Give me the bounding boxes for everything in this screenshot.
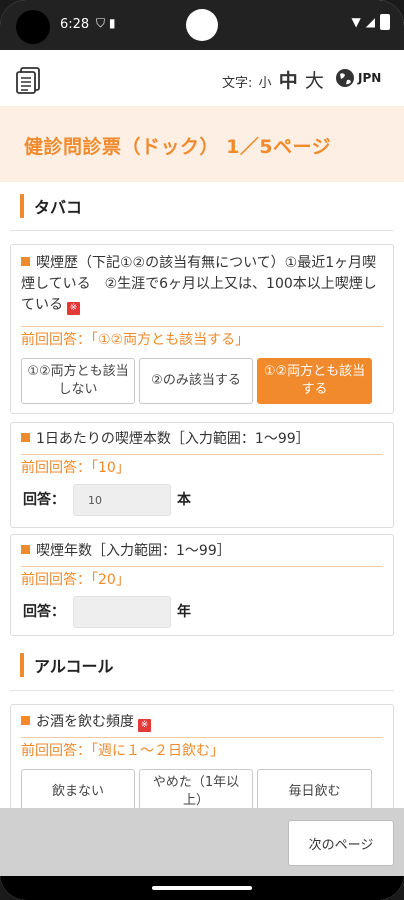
section-header-tobacco: タバコ xyxy=(20,194,82,218)
question-bullet-icon xyxy=(21,433,30,442)
answer-label: 回答： xyxy=(23,604,65,620)
section-divider xyxy=(10,690,394,691)
font-size-label: 文字: xyxy=(222,76,253,91)
section-title: タバコ xyxy=(34,198,83,217)
sd-card-icon: ▮ xyxy=(108,16,116,30)
question-text: 喫煙年数［入力範囲：1〜99］ xyxy=(21,541,383,562)
home-gesture-handle[interactable] xyxy=(152,886,252,890)
app-header: 文字: 小 中 大 JPN xyxy=(0,50,404,107)
app-screen: 6:28 ⛉ ▮ ▼ ◢ 文字: 小 中 大 JPN 健診問診票（ドック） 1／… xyxy=(0,0,404,900)
question-card-cigarettes-per-day: 1日あたりの喫煙本数［入力範囲：1〜99］ 前回回答：「10」 回答： 10 本 xyxy=(10,422,394,528)
document-list-icon[interactable] xyxy=(14,65,44,95)
question-text: お酒を飲む頻度 ※ xyxy=(21,712,383,733)
next-page-button[interactable]: 次のページ xyxy=(288,820,394,866)
choice-neither[interactable]: ①②両方とも該当しない xyxy=(21,358,135,404)
question-bullet-icon xyxy=(21,545,30,554)
smoking-years-input[interactable] xyxy=(73,596,171,628)
previous-answer: 前回回答：「①②両方とも該当する」 xyxy=(21,332,250,348)
section-header-alcohol: アルコール xyxy=(20,653,114,677)
globe-icon xyxy=(336,69,354,87)
system-navigation-bar xyxy=(0,876,404,900)
unit-label: 本 xyxy=(177,492,191,508)
font-size-selector: 文字: 小 中 大 xyxy=(222,66,324,93)
section-accent-bar xyxy=(20,194,24,218)
section-divider xyxy=(10,230,394,231)
status-bar: 6:28 ⛉ ▮ ▼ ◢ xyxy=(0,0,404,50)
question-bullet-icon xyxy=(21,257,30,266)
question-text: 1日あたりの喫煙本数［入力範囲：1〜99］ xyxy=(21,429,383,450)
cigarettes-per-day-input[interactable]: 10 xyxy=(73,484,171,516)
required-badge: ※ xyxy=(138,719,151,732)
previous-answer: 前回回答：「週に１〜２日飲む」 xyxy=(21,743,224,759)
font-small-button[interactable]: 小 xyxy=(259,76,272,91)
language-label: JPN xyxy=(358,71,382,85)
page-title-band: 健診問診票（ドック） 1／5ページ xyxy=(0,106,404,182)
section-title: アルコール xyxy=(34,657,114,676)
wifi-icon: ▼ xyxy=(351,15,361,29)
page-title: 健診問診票（ドック） 1／5ページ xyxy=(24,136,332,158)
question-card-smoking-years: 喫煙年数［入力範囲：1〜99］ 前回回答：「20」 回答： 年 xyxy=(10,534,394,636)
signal-icon: ◢ xyxy=(365,15,375,29)
question-text: 喫煙歴（下記①②の該当有無について）①最近1ヶ月喫煙している ②生涯で6ヶ月以上… xyxy=(21,255,377,315)
battery-icon xyxy=(380,14,390,30)
choice-only-2[interactable]: ②のみ該当する xyxy=(139,358,253,404)
question-bullet-icon xyxy=(21,716,30,725)
vpn-shield-icon: ⛉ xyxy=(96,16,106,30)
question-card-smoking-history: 喫煙歴（下記①②の該当有無について）①最近1ヶ月喫煙している ②生涯で6ヶ月以上… xyxy=(10,244,394,414)
camera-cutout xyxy=(186,9,218,41)
front-camera xyxy=(16,10,50,44)
answer-label: 回答： xyxy=(23,492,65,508)
choice-both[interactable]: ①②両方とも該当する xyxy=(257,358,372,404)
font-large-button[interactable]: 大 xyxy=(305,70,324,92)
required-badge: ※ xyxy=(67,302,80,315)
previous-answer: 前回回答：「10」 xyxy=(21,460,130,476)
unit-label: 年 xyxy=(177,604,191,620)
section-accent-bar xyxy=(20,653,24,677)
language-switch[interactable]: JPN xyxy=(335,68,381,88)
bottom-action-bar: 次のページ xyxy=(0,808,404,876)
previous-answer: 前回回答：「20」 xyxy=(21,572,130,588)
font-medium-button[interactable]: 中 xyxy=(279,70,298,92)
status-time: 6:28 xyxy=(60,17,90,32)
